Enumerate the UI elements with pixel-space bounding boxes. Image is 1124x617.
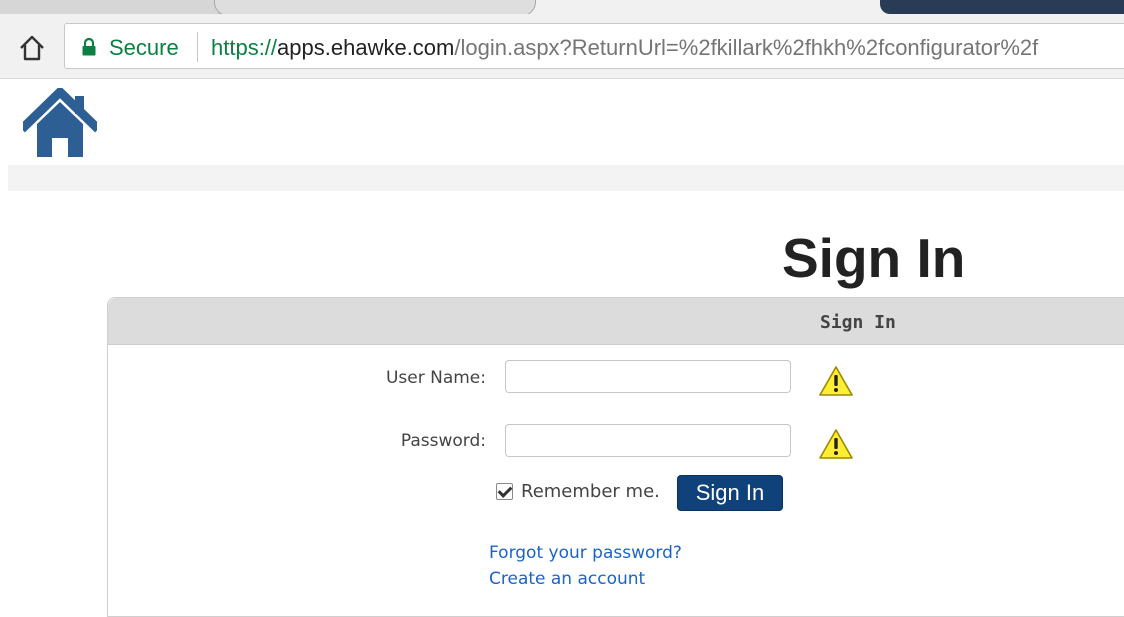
remember-me-group: Remember me. [496, 481, 660, 502]
secure-label: Secure [109, 35, 179, 60]
browser-tab-active[interactable] [214, 0, 536, 14]
page-title: Sign In [782, 227, 966, 289]
url-separator [197, 32, 198, 62]
sign-in-button[interactable]: Sign In [677, 475, 783, 511]
login-panel: Sign In User Name: Password: Remember me… [107, 297, 1124, 617]
username-input[interactable] [505, 360, 791, 393]
warning-icon [819, 366, 853, 396]
url-path: /login.aspx?ReturnUrl=%2fkillark%2fhkh%2… [454, 35, 1039, 60]
browser-tab[interactable] [0, 0, 222, 14]
address-bar[interactable]: Secure https://apps.ehawke.com/login.asp… [64, 23, 1124, 69]
password-label: Password: [400, 431, 486, 451]
site-header [0, 79, 1124, 165]
create-account-link[interactable]: Create an account [489, 569, 645, 589]
username-label: User Name: [385, 368, 486, 388]
warning-icon [819, 429, 853, 459]
login-panel-header: Sign In [108, 298, 1124, 345]
url-host: apps.ehawke.com [277, 35, 455, 60]
remember-me-label[interactable]: Remember me. [521, 481, 660, 502]
house-icon[interactable] [23, 88, 97, 158]
password-input[interactable] [505, 424, 791, 457]
header-divider [8, 165, 1124, 191]
browser-toolbar: Secure https://apps.ehawke.com/login.asp… [0, 14, 1124, 79]
browser-window-region [880, 0, 1124, 14]
lock-icon [82, 38, 96, 56]
tab-strip [0, 0, 1124, 14]
url-scheme: https:// [211, 35, 278, 60]
forgot-password-link[interactable]: Forgot your password? [489, 543, 682, 563]
url-text[interactable]: https://apps.ehawke.com/login.aspx?Retur… [211, 35, 1038, 61]
home-icon[interactable] [18, 34, 46, 62]
remember-me-checkbox[interactable] [496, 483, 513, 500]
login-panel-title: Sign In [820, 312, 896, 333]
